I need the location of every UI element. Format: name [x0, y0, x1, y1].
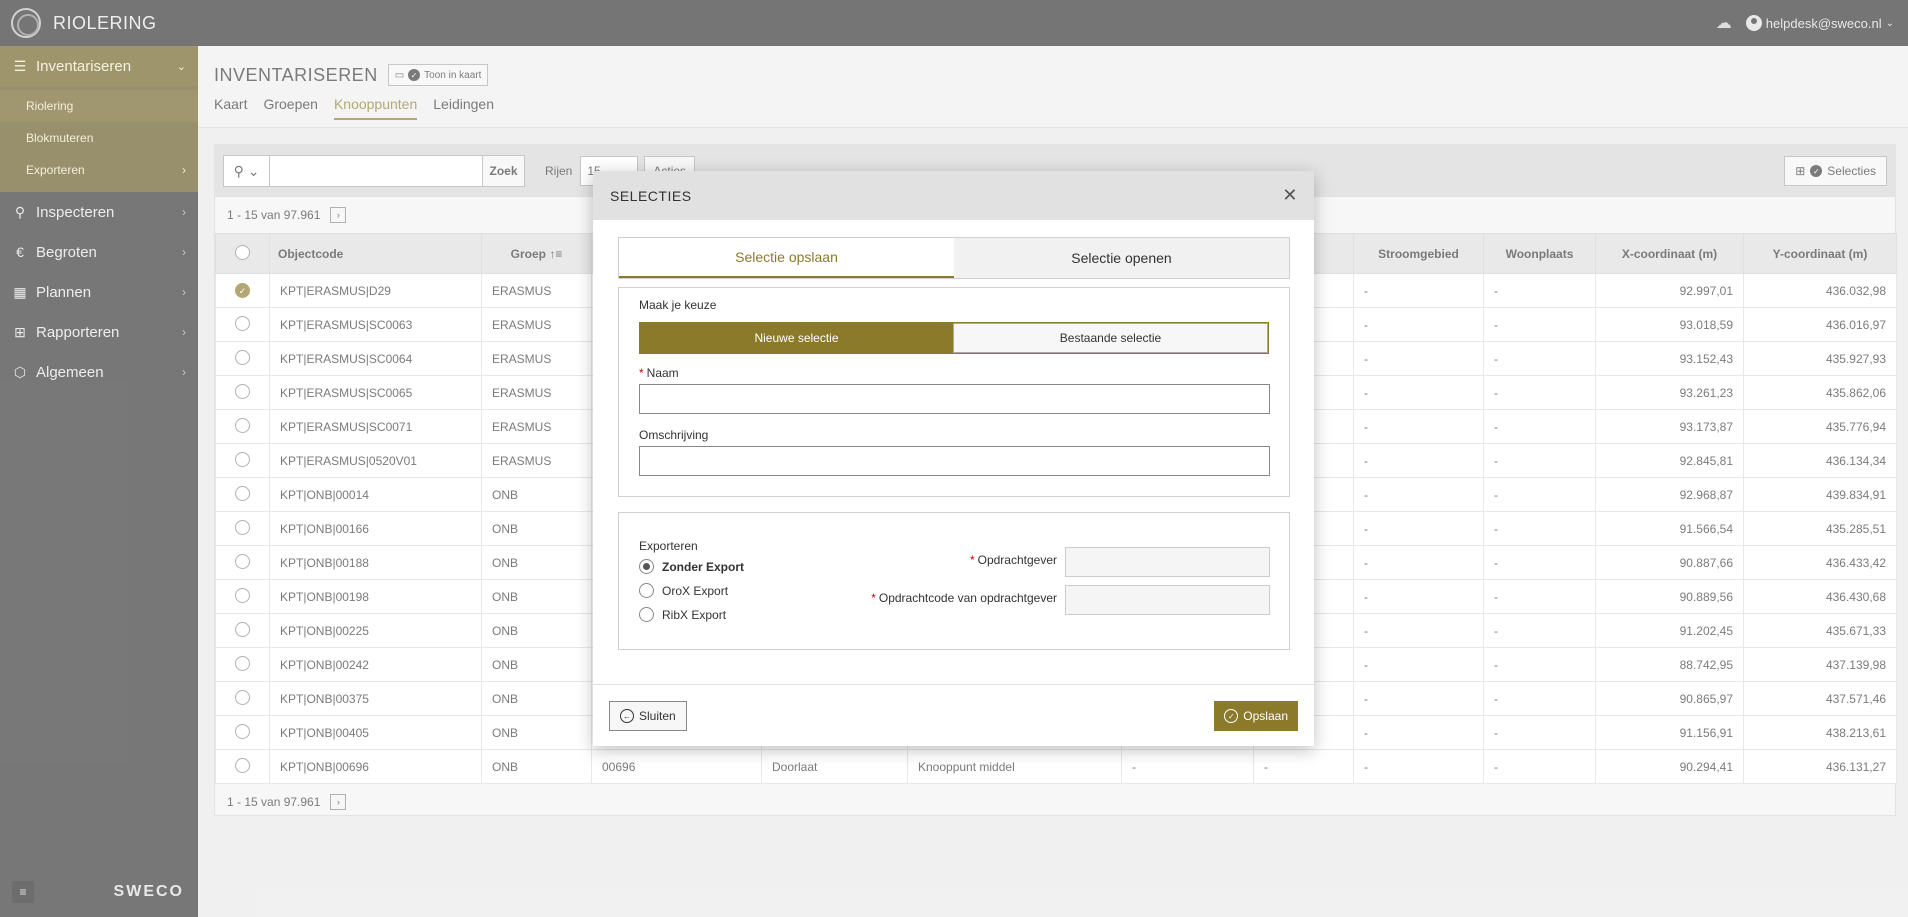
radio-button[interactable] [639, 559, 654, 574]
opdrachtcode-input[interactable] [1065, 585, 1270, 615]
tab-selectie-openen[interactable]: Selectie openen [954, 238, 1289, 278]
modal-footer: ← Sluiten ✓ Opslaan [593, 684, 1314, 746]
radio-label: RibX Export [662, 607, 727, 622]
opdrachtgever-label-text: Opdrachtgever [977, 553, 1057, 567]
opdrachtgever-input[interactable] [1065, 547, 1270, 577]
keuze-label: Maak je keuze [639, 298, 717, 312]
radio-button[interactable] [639, 607, 654, 622]
required-marker: * [969, 553, 975, 567]
opdrachtgever-label: * Opdrachtgever [970, 553, 1057, 567]
opdrachtcode-label: * Opdrachtcode van opdrachtgever [871, 591, 1057, 605]
arrow-left-icon: ← [620, 709, 634, 723]
selectie-form: Maak je keuze Nieuwe selectie Bestaande … [618, 287, 1290, 497]
bestaande-selectie-button[interactable]: Bestaande selectie [953, 323, 1268, 353]
omschrijving-label: Omschrijving [639, 428, 709, 442]
naam-label: * Naam [639, 366, 679, 380]
nieuwe-selectie-button[interactable]: Nieuwe selectie [640, 323, 953, 353]
selectie-type-toggle: Nieuwe selectie Bestaande selectie [639, 322, 1269, 354]
omschrijving-textarea[interactable] [639, 446, 1270, 476]
modal-tabs: Selectie opslaan Selectie openen [618, 237, 1290, 279]
opslaan-label: Opslaan [1243, 709, 1288, 723]
export-form: Exporteren Zonder Export OroX Export Rib… [618, 512, 1290, 650]
close-icon[interactable]: ✕ [1282, 185, 1298, 206]
naam-label-text: Naam [646, 366, 679, 380]
radio-label: Zonder Export [662, 559, 745, 574]
radio-button[interactable] [639, 583, 654, 598]
modal-header: SELECTIES ✕ [593, 171, 1314, 220]
sluiten-button[interactable]: ← Sluiten [609, 701, 687, 731]
selecties-modal: SELECTIES ✕ Selectie opslaan Selectie op… [593, 171, 1314, 746]
radio-label: OroX Export [662, 583, 729, 598]
opslaan-button[interactable]: ✓ Opslaan [1214, 701, 1298, 731]
required-marker: * [871, 591, 876, 605]
check-circle-icon: ✓ [1224, 709, 1239, 723]
radio-zonder-export[interactable]: Zonder Export [639, 559, 744, 574]
tab-selectie-opslaan[interactable]: Selectie opslaan [619, 238, 954, 278]
radio-ribx-export[interactable]: RibX Export [639, 607, 726, 622]
radio-orox-export[interactable]: OroX Export [639, 583, 728, 598]
naam-input[interactable] [639, 384, 1270, 414]
exporteren-label: Exporteren [639, 539, 698, 553]
modal-title: SELECTIES [610, 187, 692, 204]
opdrachtcode-label-text: Opdrachtcode van opdrachtgever [878, 591, 1057, 605]
sluiten-label: Sluiten [639, 709, 676, 723]
required-marker: * [639, 366, 644, 380]
